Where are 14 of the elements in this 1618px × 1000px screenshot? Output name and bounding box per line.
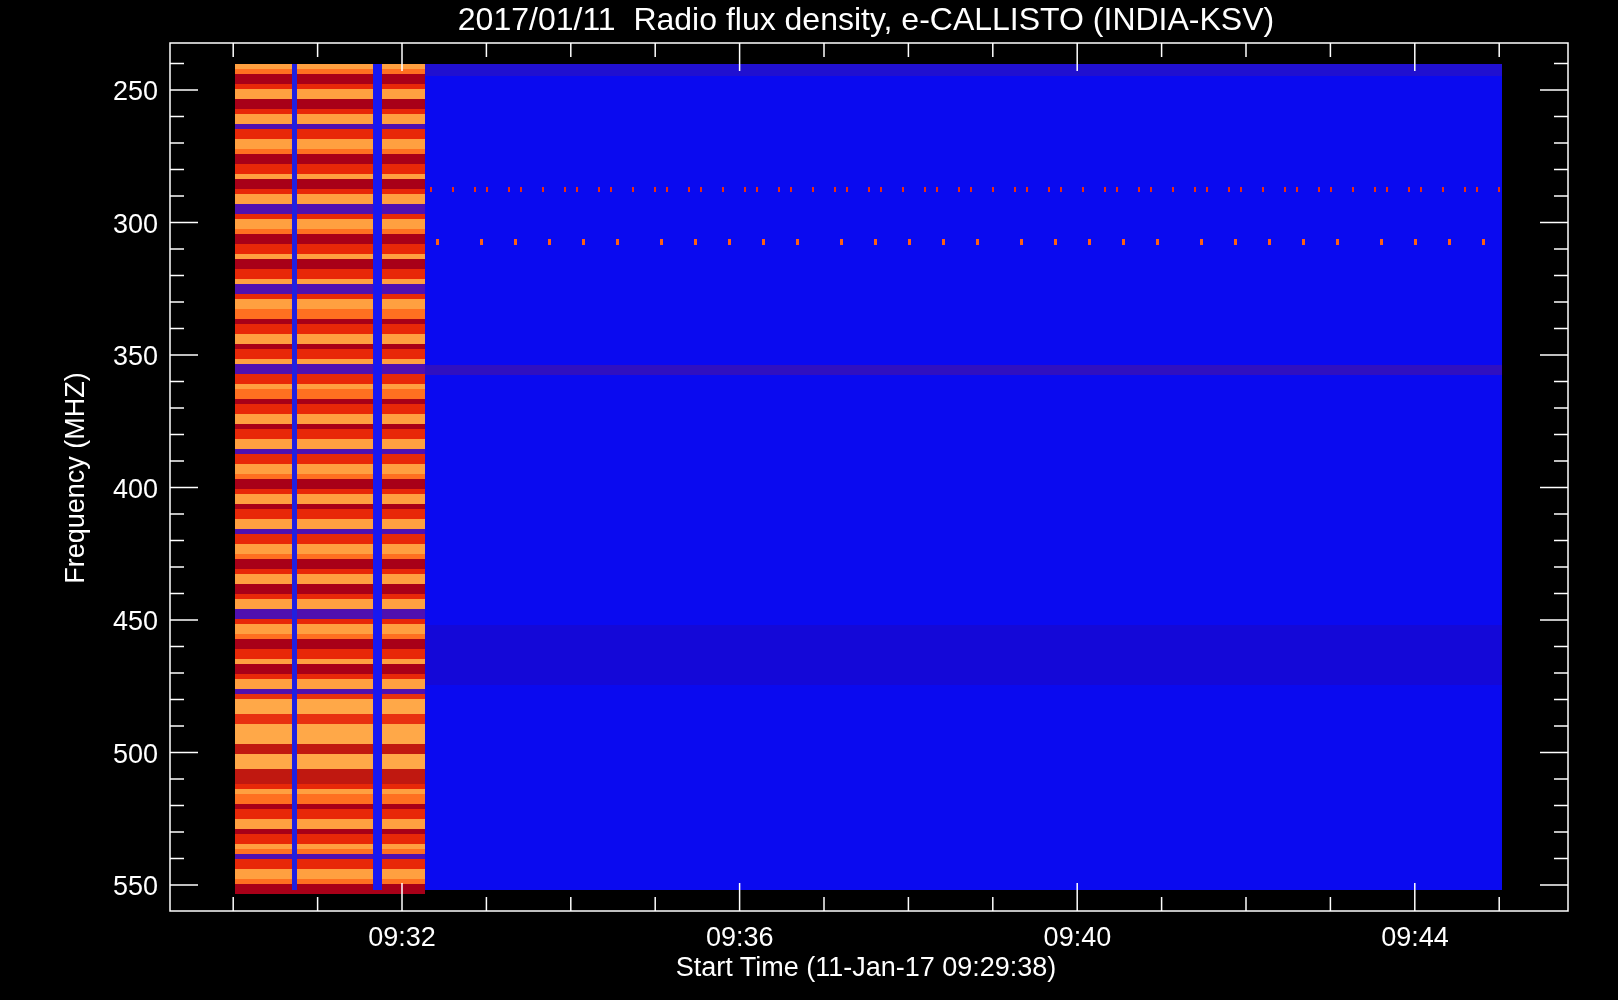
tick-label: 400 <box>112 473 158 504</box>
tick-label: 09:44 <box>1381 922 1449 952</box>
tick-label: 250 <box>112 76 158 106</box>
tick-label: 350 <box>112 341 158 371</box>
tick-label: 09:40 <box>1043 922 1112 952</box>
tick-label: 550 <box>112 871 158 901</box>
axis-label: Frequency (MHZ) <box>60 372 90 584</box>
tick-label: 300 <box>112 208 158 239</box>
tick-label: 09:32 <box>368 922 436 952</box>
tick-label: 09:36 <box>705 922 774 952</box>
tick-label: 500 <box>112 738 158 769</box>
axis-label: Start Time (11-Jan-17 09:29:38) <box>675 952 1057 982</box>
tick-label: 450 <box>112 606 158 636</box>
chart-title: 2017/01/11 Radio flux density, e-CALLISTO (INDIA-KSV) <box>457 1 1275 37</box>
